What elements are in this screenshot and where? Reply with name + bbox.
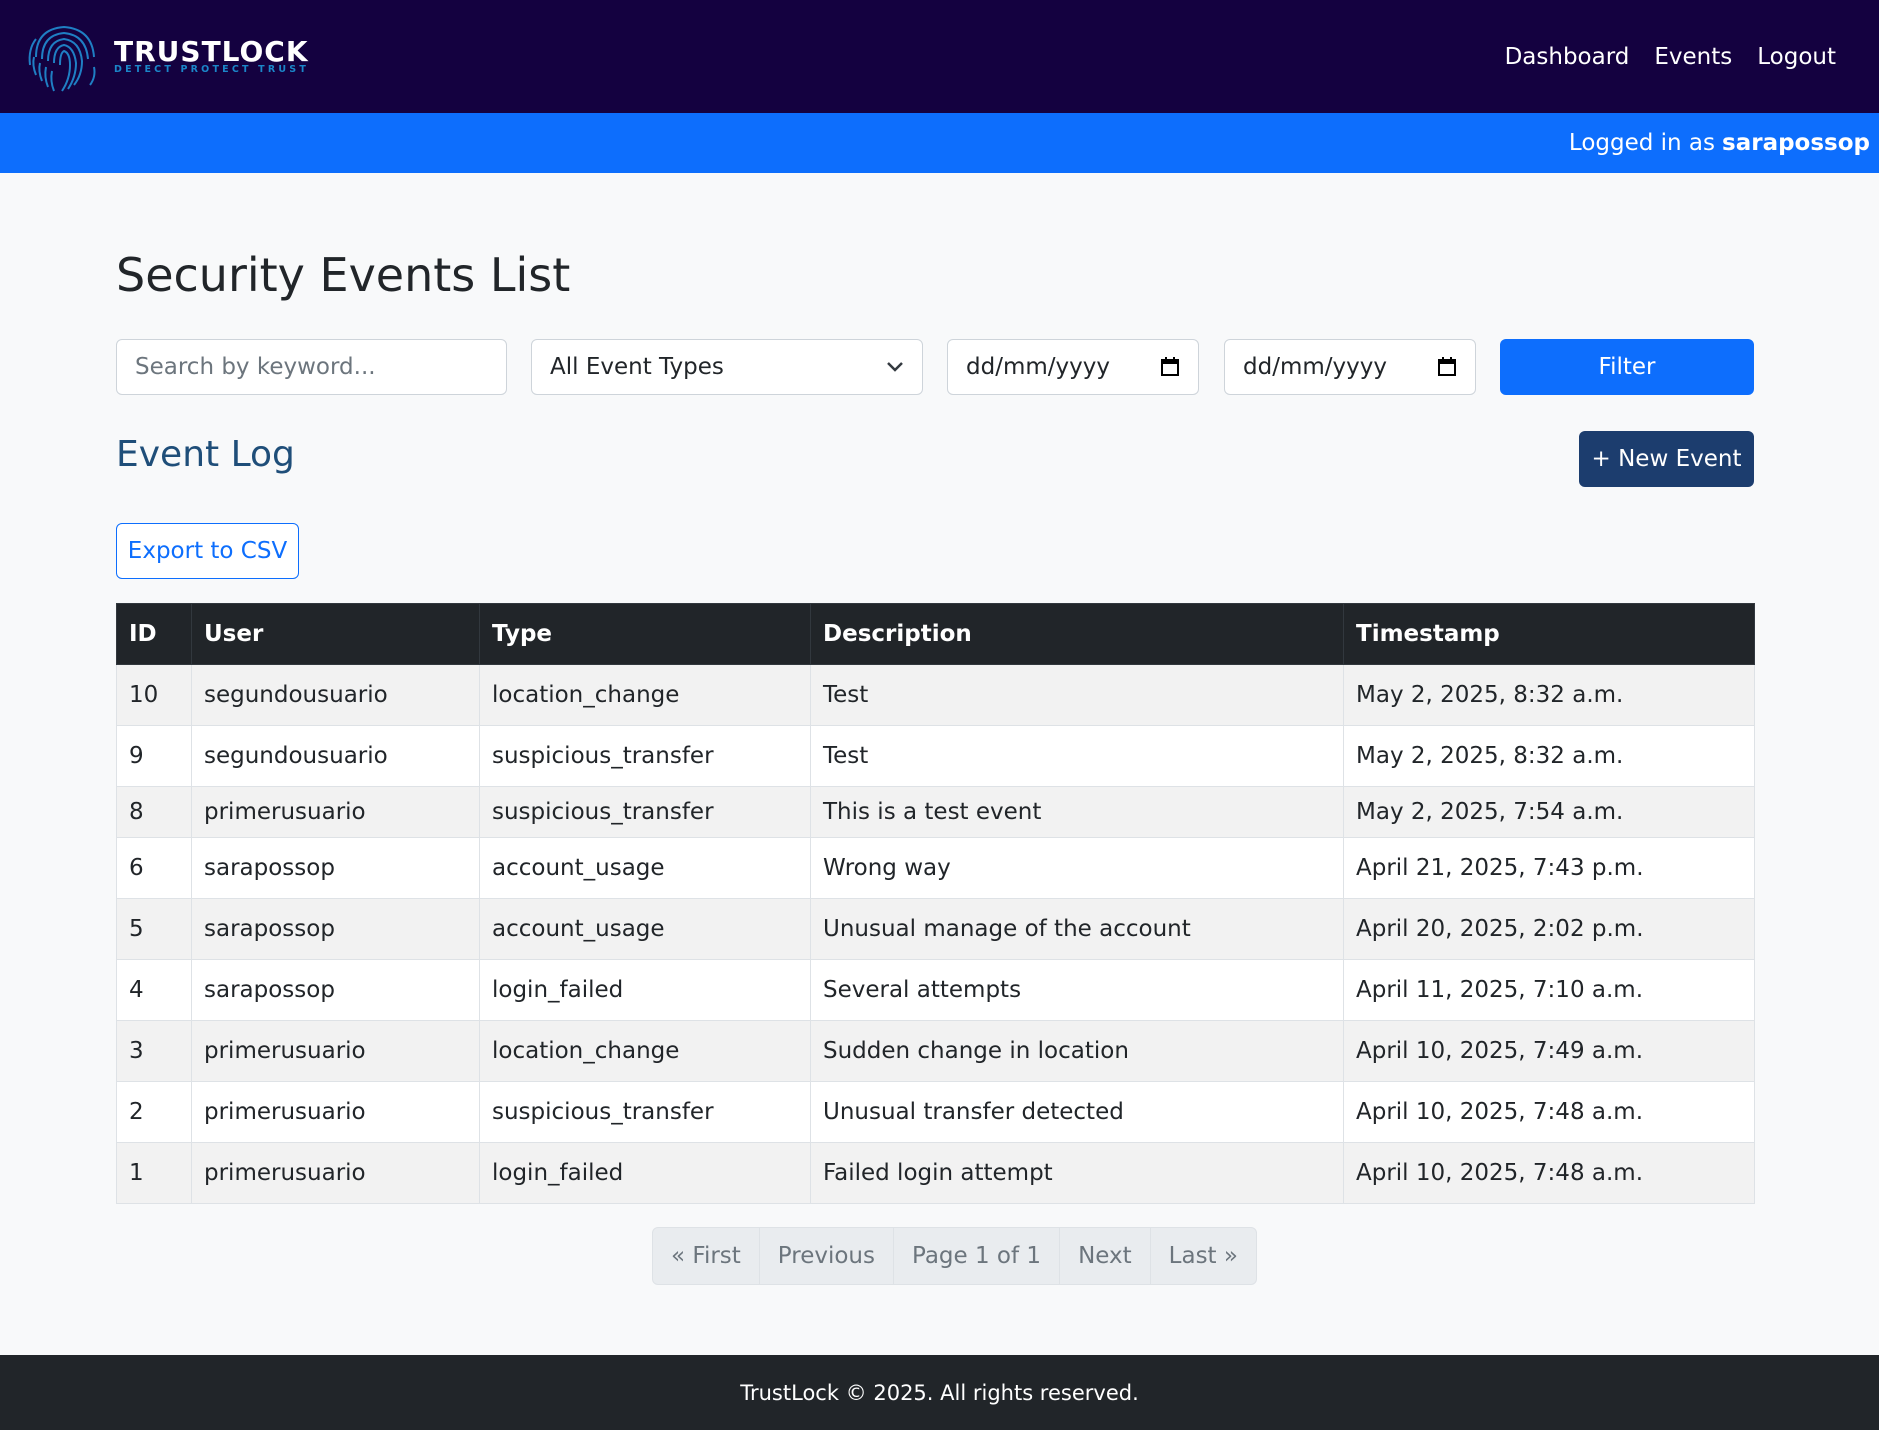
cell-user: segundousuario	[191, 725, 480, 787]
cell-description: Wrong way	[810, 837, 1344, 899]
cell-id: 6	[116, 837, 192, 899]
new-event-button[interactable]: + New Event	[1579, 431, 1754, 487]
page-title: Security Events List	[116, 248, 571, 302]
event-type-selected: All Event Types	[550, 354, 724, 380]
pagination-current: Page 1 of 1	[893, 1228, 1059, 1284]
cell-timestamp: May 2, 2025, 8:32 a.m.	[1343, 664, 1755, 726]
date-to-input[interactable]: dd/mm/yyyy	[1224, 339, 1476, 395]
cell-timestamp: May 2, 2025, 7:54 a.m.	[1343, 786, 1755, 838]
pagination-next[interactable]: Next	[1059, 1228, 1150, 1284]
pagination: « First Previous Page 1 of 1 Next Last »	[652, 1227, 1257, 1285]
table-row: 10 segundousuario location_change Test M…	[116, 664, 1755, 726]
nav-events-link[interactable]: Events	[1654, 44, 1732, 70]
calendar-icon[interactable]	[1437, 357, 1457, 377]
event-log-title: Event Log	[116, 434, 295, 475]
cell-timestamp: May 2, 2025, 8:32 a.m.	[1343, 725, 1755, 787]
cell-type: login_failed	[479, 1142, 811, 1204]
cell-description: Unusual manage of the account	[810, 898, 1344, 960]
cell-timestamp: April 10, 2025, 7:48 a.m.	[1343, 1142, 1755, 1204]
table-row: 2 primerusuario suspicious_transfer Unus…	[116, 1081, 1755, 1143]
brand-tagline: DETECT PROTECT TRUST	[114, 64, 310, 75]
export-csv-button[interactable]: Export to CSV	[116, 523, 299, 579]
cell-user: primerusuario	[191, 786, 480, 838]
cell-description: Failed login attempt	[810, 1142, 1344, 1204]
logged-in-username: sarapossop	[1722, 130, 1870, 156]
logged-in-bar: Logged in as sarapossop	[0, 113, 1879, 173]
table-row: 5 sarapossop account_usage Unusual manag…	[116, 898, 1755, 960]
table-row: 3 primerusuario location_change Sudden c…	[116, 1020, 1755, 1082]
filter-button[interactable]: Filter	[1500, 339, 1754, 395]
cell-type: location_change	[479, 1020, 811, 1082]
nav-dashboard-link[interactable]: Dashboard	[1505, 44, 1630, 70]
search-input[interactable]: Search by keyword...	[116, 339, 507, 395]
events-table: ID User Type Description Timestamp 10 se…	[116, 603, 1755, 1204]
cell-user: primerusuario	[191, 1142, 480, 1204]
cell-type: account_usage	[479, 898, 811, 960]
cell-user: sarapossop	[191, 959, 480, 1021]
top-navbar: TRUSTLOCK DETECT PROTECT TRUST Dashboard…	[0, 0, 1879, 113]
header-description: Description	[810, 603, 1344, 665]
brand[interactable]: TRUSTLOCK DETECT PROTECT TRUST	[22, 19, 309, 95]
event-type-select[interactable]: All Event Types	[531, 339, 923, 395]
pagination-first[interactable]: « First	[653, 1228, 759, 1284]
cell-id: 3	[116, 1020, 192, 1082]
cell-id: 4	[116, 959, 192, 1021]
cell-type: login_failed	[479, 959, 811, 1021]
logged-in-prefix: Logged in as	[1568, 130, 1716, 156]
filter-form: Search by keyword... All Event Types dd/…	[116, 339, 1754, 395]
cell-user: primerusuario	[191, 1020, 480, 1082]
cell-description: Unusual transfer detected	[810, 1081, 1344, 1143]
date-to-placeholder: dd/mm/yyyy	[1243, 354, 1387, 380]
pagination-previous[interactable]: Previous	[758, 1228, 893, 1284]
cell-type: suspicious_transfer	[479, 1081, 811, 1143]
cell-id: 5	[116, 898, 192, 960]
cell-type: suspicious_transfer	[479, 786, 811, 838]
cell-id: 10	[116, 664, 192, 726]
cell-user: sarapossop	[191, 898, 480, 960]
cell-timestamp: April 10, 2025, 7:48 a.m.	[1343, 1081, 1755, 1143]
header-user: User	[191, 603, 480, 665]
cell-timestamp: April 21, 2025, 7:43 p.m.	[1343, 837, 1755, 899]
date-from-input[interactable]: dd/mm/yyyy	[947, 339, 1199, 395]
table-row: 4 sarapossop login_failed Several attemp…	[116, 959, 1755, 1021]
search-placeholder: Search by keyword...	[135, 354, 376, 380]
cell-id: 2	[116, 1081, 192, 1143]
cell-user: segundousuario	[191, 664, 480, 726]
cell-id: 8	[116, 786, 192, 838]
header-id: ID	[116, 603, 192, 665]
table-row: 9 segundousuario suspicious_transfer Tes…	[116, 725, 1755, 787]
cell-type: account_usage	[479, 837, 811, 899]
cell-timestamp: April 20, 2025, 2:02 p.m.	[1343, 898, 1755, 960]
nav-links: Dashboard Events Logout	[1480, 44, 1836, 70]
fingerprint-logo-icon	[28, 25, 96, 92]
table-row: 1 primerusuario login_failed Failed logi…	[116, 1142, 1755, 1204]
pagination-last[interactable]: Last »	[1149, 1228, 1256, 1284]
cell-user: primerusuario	[191, 1081, 480, 1143]
footer-text: TrustLock © 2025. All rights reserved.	[740, 1380, 1139, 1405]
cell-id: 1	[116, 1142, 192, 1204]
nav-logout-link[interactable]: Logout	[1757, 44, 1836, 70]
cell-timestamp: April 11, 2025, 7:10 a.m.	[1343, 959, 1755, 1021]
header-type: Type	[479, 603, 811, 665]
table-header-row: ID User Type Description Timestamp	[116, 603, 1755, 665]
cell-id: 9	[116, 725, 192, 787]
cell-type: suspicious_transfer	[479, 725, 811, 787]
brand-name: TRUSTLOCK	[114, 35, 309, 68]
table-row: 8 primerusuario suspicious_transfer This…	[116, 786, 1755, 838]
cell-user: sarapossop	[191, 837, 480, 899]
cell-timestamp: April 10, 2025, 7:49 a.m.	[1343, 1020, 1755, 1082]
cell-description: Sudden change in location	[810, 1020, 1344, 1082]
cell-description: This is a test event	[810, 786, 1344, 838]
table-row: 6 sarapossop account_usage Wrong way Apr…	[116, 837, 1755, 899]
cell-description: Test	[810, 725, 1344, 787]
cell-type: location_change	[479, 664, 811, 726]
date-from-placeholder: dd/mm/yyyy	[966, 354, 1110, 380]
cell-description: Several attempts	[810, 959, 1344, 1021]
header-timestamp: Timestamp	[1343, 603, 1755, 665]
footer: TrustLock © 2025. All rights reserved.	[0, 1355, 1879, 1430]
cell-description: Test	[810, 664, 1344, 726]
calendar-icon[interactable]	[1160, 357, 1180, 377]
chevron-down-icon	[887, 362, 903, 372]
